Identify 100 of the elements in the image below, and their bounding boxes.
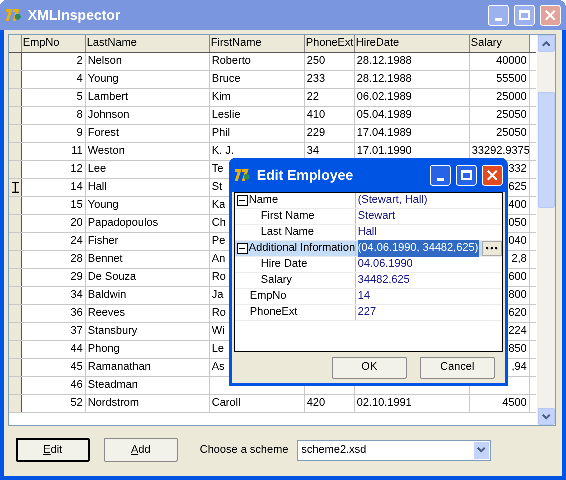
property-label[interactable]: Last Name [261,224,314,241]
row-indicator[interactable] [9,53,22,70]
collapse-icon[interactable] [237,243,248,254]
row-indicator[interactable] [9,197,22,214]
table-cell: As [212,361,225,373]
scroll-up-button[interactable] [538,35,554,52]
table-cell: 850 [508,343,527,355]
table-cell: 9 [76,127,83,139]
ellipsis-button[interactable] [482,241,502,256]
table-cell: Bennet [88,253,123,265]
column-header[interactable]: LastName [86,35,210,52]
table-cell: 4500 [502,397,527,409]
table-cell: 36 [70,307,83,319]
row-indicator[interactable] [9,71,22,88]
row-indicator[interactable] [9,215,22,232]
property-label[interactable]: Name [249,192,278,209]
maximize-button[interactable] [456,164,477,186]
table-cell: Ja [212,289,224,301]
scroll-down-button[interactable] [538,408,554,425]
table-cell: 2 [76,55,83,67]
property-label[interactable]: First Name [261,208,315,225]
row-indicator[interactable] [9,233,22,250]
add-button[interactable]: Add [104,438,178,462]
column-header[interactable]: Salary [470,35,530,52]
row-indicator[interactable] [9,395,22,412]
table-cell: 22 [307,91,320,103]
table-cell: 625 [508,181,527,193]
table-cell: Young [88,199,119,211]
property-value[interactable]: 227 [358,304,376,321]
table-cell: 45 [70,361,83,373]
table-cell: De Souza [88,271,136,283]
row-indicator[interactable] [9,161,22,178]
table-cell: Lambert [88,91,128,103]
row-indicator[interactable] [9,89,22,106]
table-cell: 229 [307,127,326,139]
table-cell: 600 [508,271,527,283]
property-value[interactable]: (04.06.1990, 34482,625) [358,240,478,257]
row-indicator[interactable] [9,359,22,376]
property-value[interactable]: (Stewart, Hall) [358,192,428,209]
scheme-label: Choose a scheme [200,442,289,458]
table-cell: An [212,253,226,265]
table-cell: Hall [88,181,107,193]
column-header[interactable]: HireDate [355,35,470,52]
table-cell: 28.12.1988 [357,55,412,67]
row-indicator[interactable] [9,269,22,286]
table-cell: Steadman [88,379,138,391]
column-header[interactable]: PhoneExt [305,35,355,52]
row-indicator[interactable] [9,179,22,196]
property-label[interactable]: EmpNo [250,288,287,305]
table-cell: 040 [508,235,527,247]
scheme-combobox[interactable]: scheme2.xsd [296,440,491,460]
row-indicator[interactable] [9,251,22,268]
app-logo-icon [234,166,252,184]
table-cell: Ro [212,271,226,283]
row-indicator[interactable] [9,377,22,394]
table-cell: Forest [88,127,120,139]
property-value[interactable]: Hall [358,224,377,241]
scroll-thumb[interactable] [538,92,554,208]
table-cell: 29 [70,271,83,283]
ok-button[interactable]: OK [332,356,407,378]
table-cell: Weston [88,145,126,157]
row-indicator[interactable] [9,107,22,124]
scheme-value: scheme2.xsd [300,442,368,458]
property-value[interactable]: Stewart [358,208,396,225]
property-label[interactable]: Salary [261,272,292,289]
row-indicator[interactable] [9,143,22,160]
property-value[interactable]: 14 [358,288,370,305]
property-value[interactable]: 04.06.1990 [358,256,414,273]
edit-button[interactable]: Edit [16,438,90,462]
row-indicator[interactable] [9,323,22,340]
collapse-icon[interactable] [237,195,248,206]
table-cell: Le [212,343,224,355]
minimize-button[interactable] [430,164,451,186]
table-cell: ,94 [512,361,527,373]
row-indicator[interactable] [9,125,22,142]
property-label[interactable]: PhoneExt [250,304,298,321]
table-cell: Phil [212,127,230,139]
column-header[interactable]: EmpNo [22,35,86,52]
table-cell: Roberto [212,55,252,67]
table-cell: 28 [70,253,83,265]
close-button[interactable] [482,164,503,186]
property-label[interactable]: Hire Date [261,256,308,273]
maximize-button[interactable] [514,4,535,26]
scrollbar[interactable] [537,35,555,425]
table-cell: 800 [508,289,527,301]
minimize-button[interactable] [488,4,509,26]
column-header[interactable]: FirstName [210,35,305,52]
table-cell: 2,8 [512,253,527,265]
table-cell: 4 [76,73,83,85]
table-cell: 33292,9375 [472,145,530,157]
property-value[interactable]: 34482,625 [358,272,410,289]
table-cell: 55500 [496,73,527,85]
table-cell: 050 [508,217,527,229]
row-indicator[interactable] [9,305,22,322]
row-indicator[interactable] [9,287,22,304]
row-indicator[interactable] [9,341,22,358]
cancel-button[interactable]: Cancel [420,356,495,378]
table-cell: 14 [70,181,83,193]
close-button[interactable] [540,4,561,26]
table-cell: 25050 [496,127,527,139]
